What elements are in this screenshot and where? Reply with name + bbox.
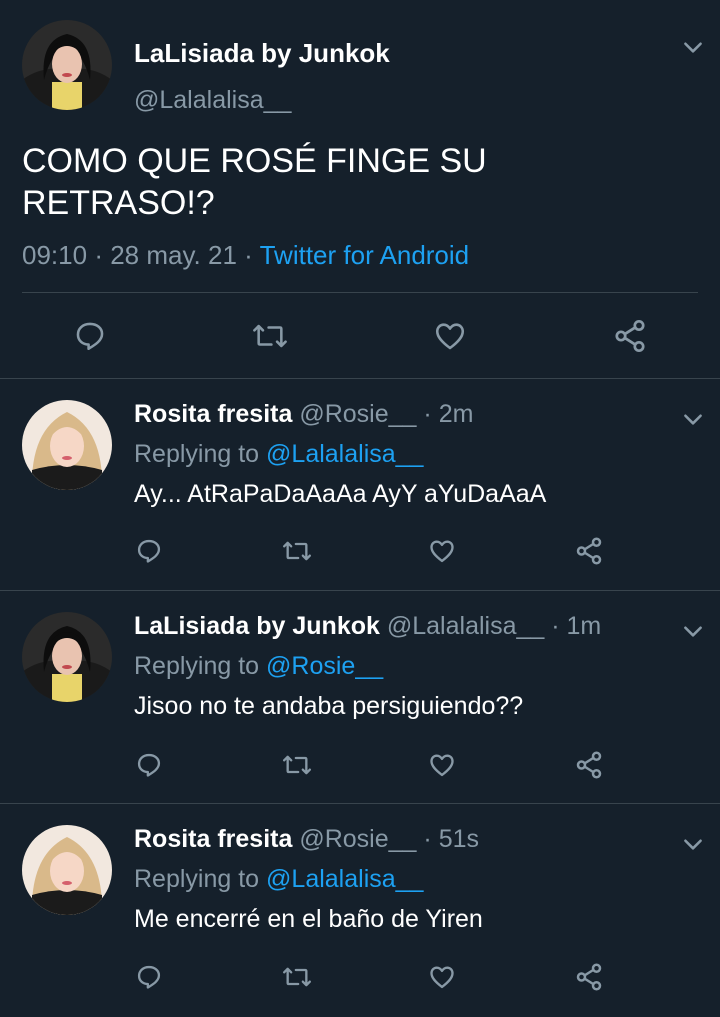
share-icon[interactable]: [574, 749, 604, 781]
handle[interactable]: @Rosie__: [299, 400, 416, 428]
replying-to: Replying to @Rosie__: [134, 652, 383, 681]
reply-icon[interactable]: [134, 750, 164, 780]
handle[interactable]: @Rosie__: [299, 825, 416, 853]
replying-to-label: Replying to: [134, 652, 260, 680]
meta-separator: ·: [551, 612, 560, 640]
retweet-icon[interactable]: [250, 316, 290, 356]
reply-icon[interactable]: [134, 536, 164, 566]
reply-icon[interactable]: [70, 316, 110, 356]
reply-tweet: LaLisiada by Junkok @Lalalalisa__ · 1m R…: [0, 602, 720, 814]
main-tweet-text-line: RETRASO!?: [22, 184, 215, 222]
replying-to-label: Replying to: [134, 865, 260, 893]
lisa-avatar[interactable]: [22, 20, 112, 110]
rose-avatar[interactable]: [22, 825, 112, 915]
handle[interactable]: @Lalalalisa__: [387, 612, 544, 640]
display-name[interactable]: Rosita fresita: [134, 825, 292, 853]
chevron-down-icon[interactable]: [680, 406, 706, 432]
replying-to-handle[interactable]: @Lalalalisa__: [266, 440, 423, 468]
tweet-text: Ay... AtRaPaDaAaAa AyY aYuDaAaA: [134, 480, 547, 508]
chevron-down-icon[interactable]: [680, 34, 706, 60]
tweet-age: 51s: [438, 825, 479, 853]
rose-avatar[interactable]: [22, 400, 112, 490]
share-icon[interactable]: [574, 535, 604, 567]
replying-to: Replying to @Lalalalisa__: [134, 440, 423, 469]
main-tweet: LaLisiada by Junkok @Lalalalisa__ COMO Q…: [0, 0, 720, 378]
tweet-text: Jisoo no te andaba persiguiendo??: [134, 692, 524, 720]
reply-header: LaLisiada by Junkok @Lalalalisa__ · 1m: [134, 612, 601, 641]
meta-separator: ·: [244, 240, 253, 270]
reply-icon[interactable]: [134, 962, 164, 992]
replying-to-label: Replying to: [134, 440, 260, 468]
like-icon[interactable]: [427, 750, 457, 780]
retweet-icon[interactable]: [280, 962, 314, 992]
replying-to-handle[interactable]: @Rosie__: [266, 652, 383, 680]
tweet-time: 09:10: [22, 240, 88, 270]
divider: [22, 292, 698, 293]
reply-tweet: Rosita fresita @Rosie__ · 51s Replying t…: [0, 815, 720, 1017]
meta-separator: ·: [94, 240, 103, 270]
tweet-meta: 09:10 · 28 may. 21 · Twitter for Android: [22, 240, 469, 271]
divider: [0, 590, 720, 591]
replying-to: Replying to @Lalalalisa__: [134, 865, 423, 894]
reply-header: Rosita fresita @Rosie__ · 2m: [134, 400, 473, 429]
tweet-text: Me encerré en el baño de Yiren: [134, 905, 483, 933]
main-display-name[interactable]: LaLisiada by Junkok: [134, 38, 390, 69]
main-tweet-text-line: COMO QUE ROSÉ FINGE SU: [22, 142, 487, 180]
display-name[interactable]: LaLisiada by Junkok: [134, 612, 380, 640]
main-tweet-text: COMO QUE ROSÉ FINGE SU RETRASO!?: [22, 140, 487, 224]
reply-header: Rosita fresita @Rosie__ · 51s: [134, 825, 479, 854]
meta-separator: ·: [423, 825, 432, 853]
like-icon[interactable]: [427, 536, 457, 566]
main-handle[interactable]: @Lalalalisa__: [134, 86, 291, 115]
retweet-icon[interactable]: [280, 536, 314, 566]
tweet-date: 28 may. 21: [110, 240, 237, 270]
tweet-age: 1m: [566, 612, 602, 640]
chevron-down-icon[interactable]: [680, 618, 706, 644]
chevron-down-icon[interactable]: [680, 831, 706, 857]
retweet-icon[interactable]: [280, 750, 314, 780]
tweet-age: 2m: [438, 400, 474, 428]
divider: [0, 803, 720, 804]
lisa-avatar[interactable]: [22, 612, 112, 702]
replying-to-handle[interactable]: @Lalalalisa__: [266, 865, 423, 893]
like-icon[interactable]: [430, 316, 470, 356]
meta-separator: ·: [423, 400, 432, 428]
divider: [0, 378, 720, 379]
display-name[interactable]: Rosita fresita: [134, 400, 292, 428]
share-icon[interactable]: [574, 961, 604, 993]
tweet-source-link[interactable]: Twitter for Android: [260, 240, 470, 270]
like-icon[interactable]: [427, 962, 457, 992]
share-icon[interactable]: [610, 316, 650, 356]
reply-tweet: Rosita fresita @Rosie__ · 2m Replying to…: [0, 390, 720, 602]
